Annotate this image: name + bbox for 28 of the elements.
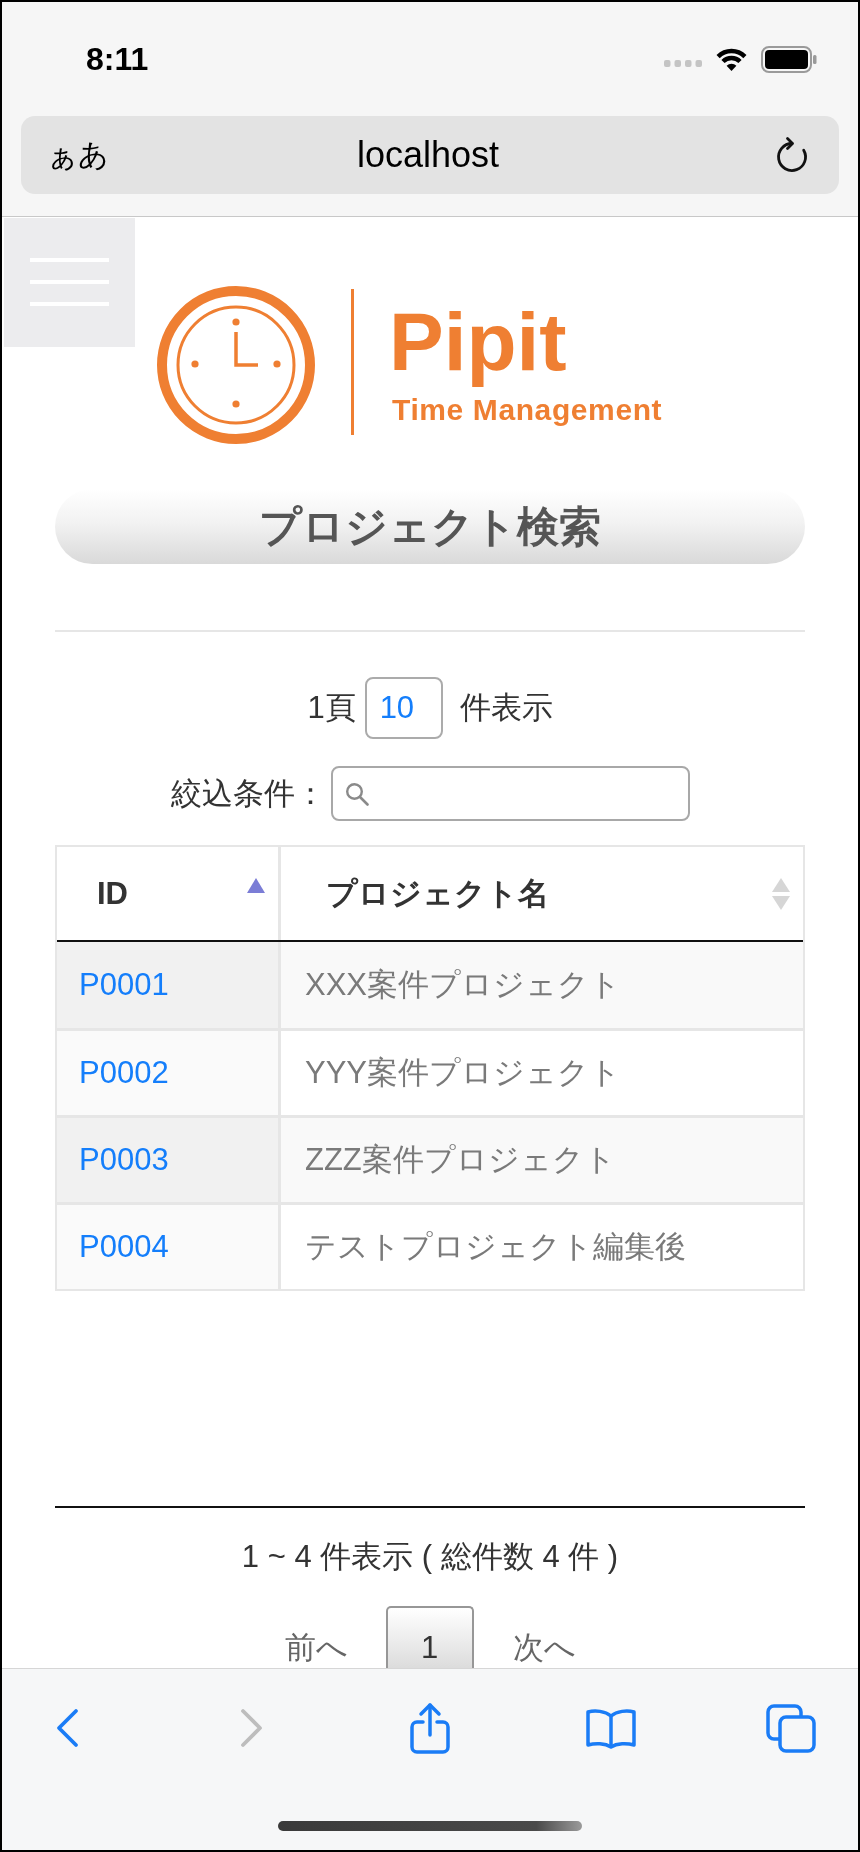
back-icon[interactable] [55,1708,79,1748]
filter-field[interactable] [330,766,690,821]
text-size-button[interactable]: ぁあ [47,137,109,173]
page-size-label: 1頁 [307,689,356,727]
share-icon[interactable] [409,1701,451,1755]
logo-tagline: Time Management [392,395,663,425]
time-text: 8:11 [86,40,149,79]
page-size-select[interactable]: 10 [364,677,443,739]
search-icon [344,781,369,806]
clock-icon [157,286,315,444]
address-bar[interactable]: ぁあ localhost [21,116,839,194]
project-id-link[interactable]: P0004 [79,1227,169,1267]
table-info: 1 ~ 4 件表示 ( 総件数 4 件 ) [240,1538,620,1576]
overlapping-squares-icon[interactable] [766,1703,816,1753]
battery-icon [761,45,817,73]
table-cell: ZZZ案件プロジェクト [281,1118,803,1202]
page-size-suffix: 件表示 [459,689,553,727]
project-id-link[interactable]: P0002 [79,1053,169,1093]
wifi-icon [714,46,749,72]
filter-label: 絞込条件： [170,774,326,813]
project-id-link[interactable]: P0003 [79,1140,169,1180]
signal-icon [664,59,702,67]
page-button[interactable]: 1 [385,1606,474,1668]
open-book-icon[interactable] [585,1707,637,1749]
table-cell: XXX案件プロジェクト [281,942,803,1028]
project-id-link[interactable]: P0001 [79,965,169,1005]
url-text: localhost [356,133,500,177]
reload-icon[interactable] [775,136,809,174]
